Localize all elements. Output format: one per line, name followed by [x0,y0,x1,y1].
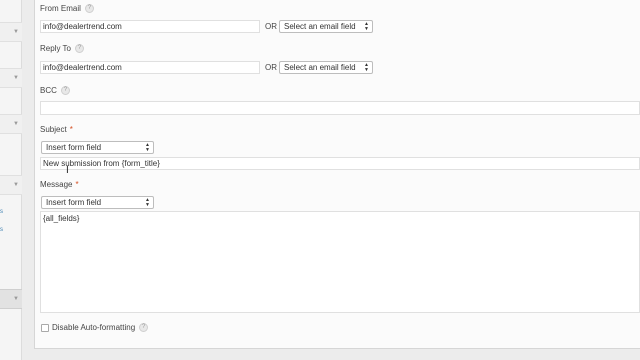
reply-to-field-select[interactable]: Select an email field ▲ ▼ [279,61,373,74]
from-email-label-text: From Email [40,4,81,13]
from-email-label: From Email? [40,4,94,14]
message-textarea[interactable] [40,211,640,313]
chevron-down-icon: ▼ [13,121,19,127]
message-label: Message * [40,180,79,190]
select-caret-icon: ▲ ▼ [364,21,369,32]
help-icon[interactable]: ? [84,4,94,14]
reply-to-label-text: Reply To [40,44,71,53]
from-email-field-select[interactable]: Select an email field ▲ ▼ [279,20,373,33]
subject-input[interactable]: New submission from {form_title} [40,157,640,170]
select-caret-icon: ▲ ▼ [145,197,150,208]
sidebar-row[interactable]: ▼ [0,68,22,88]
select-caret-icon: ▲ ▼ [364,62,369,73]
chevron-down-icon: ▼ [13,75,19,81]
required-marker: * [69,125,73,134]
sidebar-row[interactable]: ▼ [0,114,22,134]
left-sidebar: ▼ ▼ ▼ ▼ s s ▼ [0,0,22,360]
select-caret-icon: ▲ ▼ [145,142,150,153]
chevron-down-icon: ▼ [13,296,19,302]
from-email-input[interactable]: info@dealertrend.com [40,20,260,33]
message-insert-field-select[interactable]: Insert form field ▲ ▼ [41,196,154,209]
help-icon[interactable]: ? [74,44,84,54]
disable-autoformat-checkbox[interactable] [41,324,49,332]
reply-to-field-select-value: Select an email field [284,63,356,72]
bcc-label-text: BCC [40,86,57,95]
help-icon[interactable]: ? [60,86,70,96]
bcc-input[interactable] [40,101,640,115]
disable-autoformat-label-text: Disable Auto-formatting [52,323,136,332]
subject-label: Subject * [40,125,73,135]
reply-to-or-text: OR [265,63,277,72]
from-email-field-select-value: Select an email field [284,22,356,31]
sidebar-row[interactable]: ▼ [0,22,22,42]
message-label-text: Message [40,180,73,189]
message-textarea-value: {all_fields} [43,214,80,223]
chevron-down-icon: ▼ [13,182,19,188]
text-cursor-icon: I [66,165,69,176]
subject-label-text: Subject [40,125,67,134]
chevron-down-icon: ▼ [13,29,19,35]
disable-autoformat-label[interactable]: Disable Auto-formatting? [52,323,149,333]
bcc-label: BCC? [40,86,70,96]
sidebar-row[interactable]: ▼ [0,175,22,195]
from-email-or-text: OR [265,22,277,31]
sidebar-link-fragment[interactable]: s [0,208,3,216]
subject-insert-field-select-value: Insert form field [46,143,102,152]
required-marker: * [75,180,79,189]
sidebar-row[interactable]: ▼ [0,289,22,309]
subject-insert-field-select[interactable]: Insert form field ▲ ▼ [41,141,154,154]
help-icon[interactable]: ? [139,323,149,333]
reply-to-input[interactable]: info@dealertrend.com [40,61,260,74]
reply-to-label: Reply To? [40,44,84,54]
gutter [22,0,34,360]
sidebar-link-fragment[interactable]: s [0,226,3,234]
message-insert-field-select-value: Insert form field [46,198,102,207]
